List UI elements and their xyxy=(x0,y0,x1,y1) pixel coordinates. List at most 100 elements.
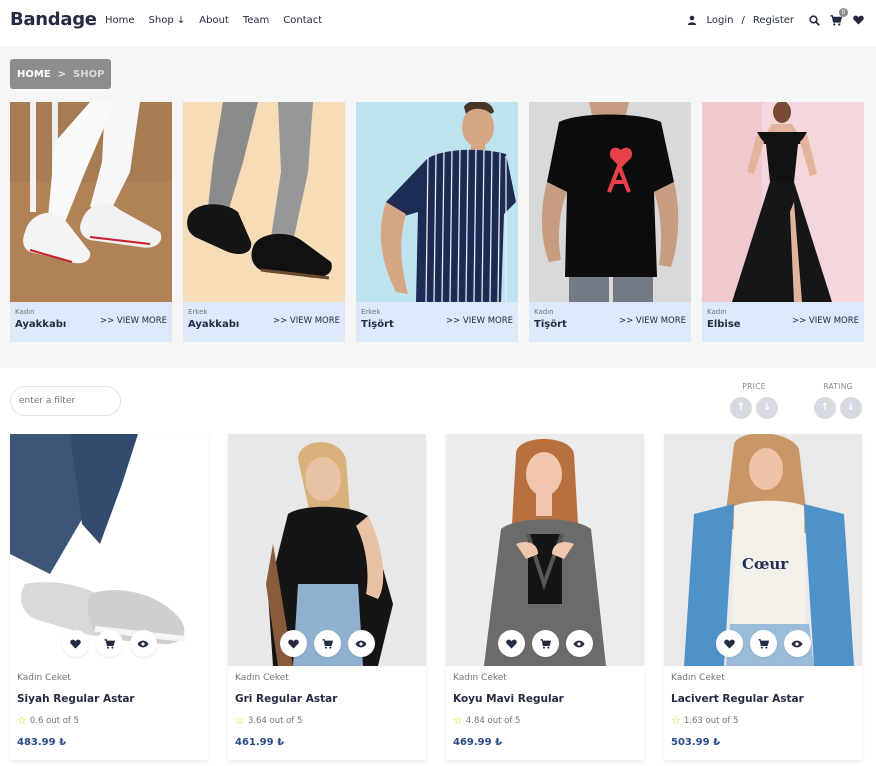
sort-price-asc-button[interactable]: ↑ xyxy=(730,397,752,419)
product-rating: ☆ 0.6 out of 5 xyxy=(17,714,201,727)
register-link[interactable]: Register xyxy=(753,15,794,26)
product-actions xyxy=(664,630,862,657)
heart-icon[interactable] xyxy=(61,630,89,657)
nav-home[interactable]: Home xyxy=(105,15,135,26)
sort-rating-asc-button[interactable]: ↑ xyxy=(814,397,836,419)
header: Bandage Home Shop ↓ About Team Contact L… xyxy=(0,0,876,46)
heart-icon[interactable] xyxy=(850,12,866,28)
category-list: Kadın Ayakkabı >> VIEW MORE Erkek Ayakka… xyxy=(10,102,864,342)
product-title[interactable]: Koyu Mavi Regular xyxy=(453,693,637,705)
category-card[interactable]: Erkek Tişört >> VIEW MORE xyxy=(356,102,518,342)
nav-shop-label: Shop xyxy=(148,15,174,26)
category-card[interactable]: Kadın Ayakkabı >> VIEW MORE xyxy=(10,102,172,342)
main-nav: Home Shop ↓ About Team Contact xyxy=(105,15,322,26)
star-icon: ☆ xyxy=(17,714,27,727)
brand-logo[interactable]: Bandage xyxy=(10,9,97,30)
cart-icon[interactable] xyxy=(749,630,777,657)
category-info: Erkek Ayakkabı >> VIEW MORE xyxy=(183,302,345,342)
category-image xyxy=(356,102,518,302)
category-info: Erkek Tişört >> VIEW MORE xyxy=(356,302,518,342)
cart-count-badge: 0 xyxy=(839,8,848,17)
eye-icon[interactable] xyxy=(347,630,375,657)
cart-icon[interactable]: 0 xyxy=(828,8,848,28)
rating-text: 1.63 out of 5 xyxy=(683,715,739,726)
product-rating: ☆ 1.63 out of 5 xyxy=(671,714,855,727)
product-category: Kadın Ceket xyxy=(235,673,289,683)
category-subtitle: Erkek xyxy=(188,308,208,316)
sort-price: PRICE ↑ ↓ xyxy=(730,382,778,419)
category-info: Kadın Ayakkabı >> VIEW MORE xyxy=(10,302,172,342)
nav-shop[interactable]: Shop ↓ xyxy=(149,15,186,26)
product-price: 469.99 ₺ xyxy=(453,737,503,748)
heart-icon[interactable] xyxy=(715,630,743,657)
user-icon xyxy=(684,12,700,28)
auth-separator: / xyxy=(741,14,745,26)
eye-icon[interactable] xyxy=(129,630,157,657)
product-card[interactable]: Cœur Kadın Ceket Lacivert Regular Astar … xyxy=(664,434,862,760)
product-card[interactable]: Kadın Ceket Gri Regular Astar ☆ 3.64 out … xyxy=(228,434,426,760)
product-category: Kadın Ceket xyxy=(671,673,725,683)
view-more-link[interactable]: >> VIEW MORE xyxy=(619,316,686,326)
category-image xyxy=(529,102,691,302)
rating-text: 4.84 out of 5 xyxy=(465,715,521,726)
star-icon: ☆ xyxy=(453,714,463,727)
cart-icon[interactable] xyxy=(531,630,559,657)
view-more-link[interactable]: >> VIEW MORE xyxy=(273,316,340,326)
nav-team[interactable]: Team xyxy=(243,15,269,26)
view-more-link[interactable]: >> VIEW MORE xyxy=(100,316,167,326)
login-link[interactable]: Login xyxy=(706,15,733,26)
eye-icon[interactable] xyxy=(783,630,811,657)
product-category: Kadın Ceket xyxy=(453,673,507,683)
heart-icon[interactable] xyxy=(497,630,525,657)
sort-price-label: PRICE xyxy=(742,382,766,391)
category-card[interactable]: Erkek Ayakkabı >> VIEW MORE xyxy=(183,102,345,342)
nav-about[interactable]: About xyxy=(199,15,229,26)
eye-icon[interactable] xyxy=(565,630,593,657)
product-card[interactable]: Kadın Ceket Koyu Mavi Regular ☆ 4.84 out … xyxy=(446,434,644,760)
category-info: Kadın Tişört >> VIEW MORE xyxy=(529,302,691,342)
product-actions xyxy=(10,630,208,657)
product-rating: ☆ 4.84 out of 5 xyxy=(453,714,637,727)
nav-contact[interactable]: Contact xyxy=(283,15,322,26)
product-list: Kadın Ceket Siyah Regular Astar ☆ 0.6 out… xyxy=(10,434,862,760)
category-card[interactable]: Kadın Tişört >> VIEW MORE xyxy=(529,102,691,342)
filter-input[interactable] xyxy=(10,386,121,416)
product-info: Kadın Ceket Koyu Mavi Regular ☆ 4.84 out … xyxy=(446,666,644,748)
category-card[interactable]: Kadın Elbise >> VIEW MORE xyxy=(702,102,864,342)
product-title[interactable]: Siyah Regular Astar xyxy=(17,693,201,705)
cart-icon[interactable] xyxy=(95,630,123,657)
product-card[interactable]: Kadın Ceket Siyah Regular Astar ☆ 0.6 out… xyxy=(10,434,208,760)
chevron-right-icon: > xyxy=(57,68,67,80)
product-price: 483.99 ₺ xyxy=(17,737,67,748)
star-icon: ☆ xyxy=(235,714,245,727)
heart-icon[interactable] xyxy=(279,630,307,657)
category-subtitle: Erkek xyxy=(361,308,381,316)
category-info: Kadın Elbise >> VIEW MORE xyxy=(702,302,864,342)
category-subtitle: Kadın xyxy=(707,308,727,316)
breadcrumb: HOME > SHOP xyxy=(10,59,112,89)
breadcrumb-current: SHOP xyxy=(73,68,105,80)
category-subtitle: Kadın xyxy=(15,308,35,316)
cart-icon[interactable] xyxy=(313,630,341,657)
category-image xyxy=(10,102,172,302)
product-price: 461.99 ₺ xyxy=(235,737,285,748)
view-more-link[interactable]: >> VIEW MORE xyxy=(446,316,513,326)
product-info: Kadın Ceket Lacivert Regular Astar ☆ 1.63… xyxy=(664,666,862,748)
product-rating: ☆ 3.64 out of 5 xyxy=(235,714,419,727)
product-title[interactable]: Lacivert Regular Astar xyxy=(671,693,855,705)
product-info: Kadın Ceket Siyah Regular Astar ☆ 0.6 out… xyxy=(10,666,208,748)
sort-price-desc-button[interactable]: ↓ xyxy=(756,397,778,419)
chevron-down-icon: ↓ xyxy=(176,15,186,26)
category-subtitle: Kadın xyxy=(534,308,554,316)
rating-text: 3.64 out of 5 xyxy=(247,715,303,726)
breadcrumb-home[interactable]: HOME xyxy=(17,69,51,80)
product-title[interactable]: Gri Regular Astar xyxy=(235,693,419,705)
search-icon[interactable] xyxy=(806,12,822,28)
category-image xyxy=(702,102,864,302)
view-more-link[interactable]: >> VIEW MORE xyxy=(792,316,859,326)
star-icon: ☆ xyxy=(671,714,681,727)
product-price: 503.99 ₺ xyxy=(671,737,721,748)
product-category: Kadın Ceket xyxy=(17,673,71,683)
header-actions: Login / Register 0 xyxy=(684,8,866,28)
sort-rating-desc-button[interactable]: ↓ xyxy=(840,397,862,419)
